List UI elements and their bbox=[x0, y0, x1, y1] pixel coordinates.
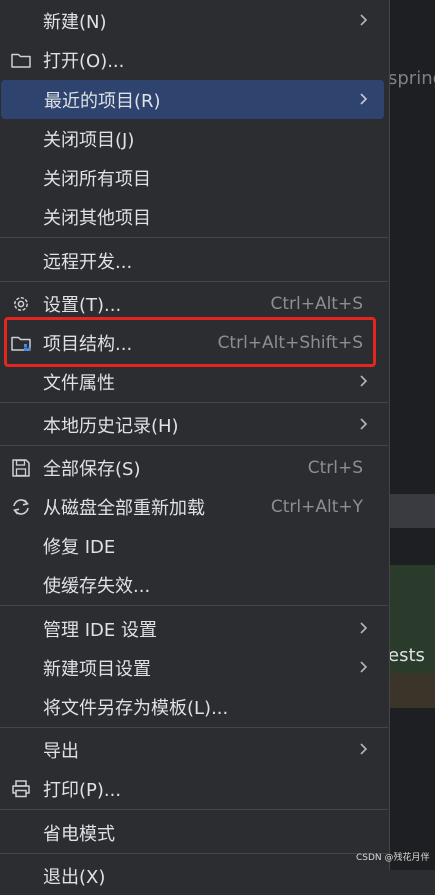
menu-item-label: 远程开发... bbox=[43, 251, 133, 273]
menu-separator bbox=[0, 237, 388, 238]
menu-item-label: 设置(T)... bbox=[43, 294, 122, 316]
chevron-right-icon bbox=[360, 14, 368, 26]
menu-item-label: 从磁盘全部重新加载 bbox=[43, 497, 205, 519]
menu-item-label: 新建项目设置 bbox=[43, 658, 151, 680]
background-band-brown bbox=[390, 673, 435, 708]
menu-separator bbox=[0, 853, 388, 854]
save-icon bbox=[10, 457, 32, 479]
menu-separator bbox=[0, 402, 388, 403]
menu-item-open[interactable]: 打开(O)... bbox=[0, 40, 388, 79]
menu-item-save-as-template[interactable]: 将文件另存为模板(L)... bbox=[0, 687, 388, 726]
menu-item-new-project-settings[interactable]: 新建项目设置 bbox=[0, 648, 388, 687]
chevron-right-icon bbox=[360, 375, 368, 387]
menu-item-close-other-projects[interactable]: 关闭其他项目 bbox=[0, 197, 388, 236]
menu-item-label: 新建(N) bbox=[43, 11, 107, 33]
chevron-right-icon bbox=[360, 661, 368, 673]
chevron-right-icon bbox=[360, 743, 368, 755]
reload-icon bbox=[10, 496, 32, 518]
printer-icon bbox=[10, 778, 32, 800]
menu-item-file-properties[interactable]: 文件属性 bbox=[0, 362, 388, 401]
shortcut-label: Ctrl+S bbox=[307, 457, 363, 478]
menu-item-label: 全部保存(S) bbox=[43, 458, 141, 480]
shortcut-label: Ctrl+Alt+Y bbox=[270, 496, 363, 517]
menu-item-label: 打开(O)... bbox=[43, 50, 125, 72]
menu-separator bbox=[0, 281, 388, 282]
shortcut-label: Ctrl+Alt+S bbox=[270, 293, 363, 314]
chevron-right-icon bbox=[360, 622, 368, 634]
editor-background bbox=[390, 0, 435, 870]
menu-item-label: 使缓存失效... bbox=[43, 575, 151, 597]
file-menu: 新建(N) 打开(O)... 最近的项目(R) 关闭项目(J) 关闭所有项目 关… bbox=[0, 0, 390, 888]
watermark: CSDN @残花月伴 bbox=[356, 853, 430, 863]
menu-item-label: 退出(X) bbox=[43, 866, 106, 888]
gear-icon bbox=[10, 293, 32, 315]
menu-item-close-all-projects[interactable]: 关闭所有项目 bbox=[0, 158, 388, 197]
menu-item-label: 省电模式 bbox=[43, 823, 115, 845]
menu-item-label: 文件属性 bbox=[43, 372, 115, 394]
menu-item-label: 最近的项目(R) bbox=[44, 90, 161, 112]
menu-item-export[interactable]: 导出 bbox=[0, 730, 388, 769]
menu-item-label: 本地历史记录(H) bbox=[43, 415, 179, 437]
menu-item-label: 管理 IDE 设置 bbox=[43, 619, 157, 641]
background-text-tests: ests bbox=[388, 645, 425, 666]
menu-item-label: 关闭项目(J) bbox=[43, 129, 135, 151]
menu-item-remote-development[interactable]: 远程开发... bbox=[0, 241, 388, 280]
menu-item-label: 导出 bbox=[43, 740, 79, 762]
folder-icon bbox=[10, 49, 32, 71]
menu-item-recent-projects[interactable]: 最近的项目(R) bbox=[1, 80, 384, 119]
menu-separator bbox=[0, 809, 388, 810]
chevron-right-icon bbox=[360, 418, 368, 430]
menu-item-manage-ide-settings[interactable]: 管理 IDE 设置 bbox=[0, 609, 388, 648]
menu-item-exit[interactable]: 退出(X) bbox=[0, 856, 388, 895]
menu-item-local-history[interactable]: 本地历史记录(H) bbox=[0, 405, 388, 444]
background-text-spring: spring bbox=[388, 68, 435, 89]
menu-item-save-all[interactable]: 全部保存(S) Ctrl+S bbox=[0, 448, 388, 487]
menu-item-reload-from-disk[interactable]: 从磁盘全部重新加载 Ctrl+Alt+Y bbox=[0, 487, 388, 526]
menu-item-close-project[interactable]: 关闭项目(J) bbox=[0, 119, 388, 158]
menu-separator bbox=[0, 605, 388, 606]
menu-item-repair-ide[interactable]: 修复 IDE bbox=[0, 526, 388, 565]
menu-separator bbox=[0, 445, 388, 446]
menu-item-invalidate-caches[interactable]: 使缓存失效... bbox=[0, 565, 388, 604]
background-band bbox=[390, 494, 435, 528]
menu-item-print[interactable]: 打印(P)... bbox=[0, 769, 388, 808]
menu-separator bbox=[0, 727, 388, 728]
menu-item-label: 打印(P)... bbox=[43, 779, 122, 801]
menu-item-label: 关闭所有项目 bbox=[43, 168, 151, 190]
menu-item-label: 关闭其他项目 bbox=[43, 207, 151, 229]
chevron-right-icon bbox=[360, 93, 368, 105]
highlight-annotation-box bbox=[4, 317, 376, 367]
menu-item-label: 将文件另存为模板(L)... bbox=[43, 697, 229, 719]
menu-item-label: 修复 IDE bbox=[43, 536, 116, 558]
menu-item-new[interactable]: 新建(N) bbox=[0, 1, 388, 40]
menu-item-power-save-mode[interactable]: 省电模式 bbox=[0, 813, 388, 852]
